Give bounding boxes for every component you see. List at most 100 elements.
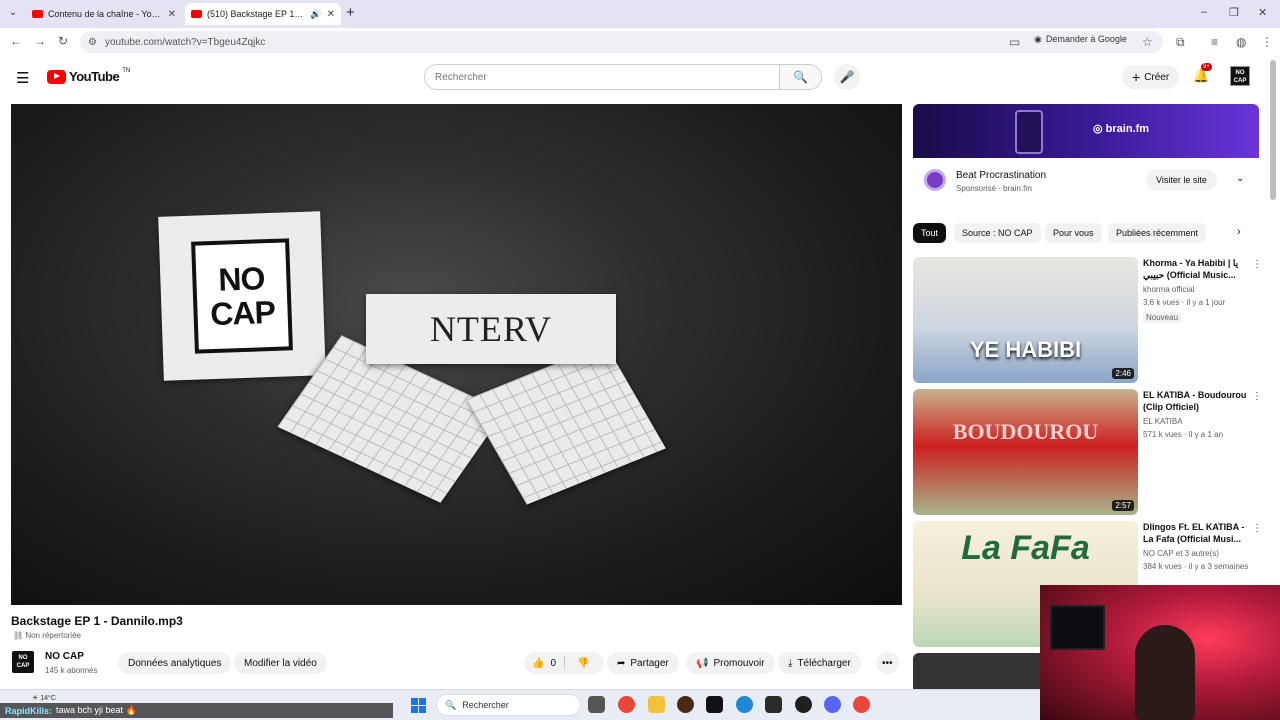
chevron-right-icon[interactable]: ›	[1237, 226, 1241, 238]
tab-close-icon[interactable]: ✕	[168, 9, 176, 20]
extensions-icon[interactable]: ⧉	[1176, 35, 1185, 50]
chip-recent[interactable]: Publiées récemment	[1108, 223, 1207, 243]
new-tab-button[interactable]: +	[346, 5, 355, 21]
bookmark-star-icon[interactable]: ☆	[1142, 35, 1153, 49]
video-thumbnail[interactable]	[913, 653, 1040, 689]
more-options-icon[interactable]: ⋮	[1252, 259, 1262, 270]
ad-channel-icon	[924, 169, 946, 191]
search-input[interactable]	[425, 65, 779, 89]
voice-search-button[interactable]: 🎤	[834, 64, 860, 90]
country-code: TN	[122, 67, 131, 74]
reading-list-icon[interactable]: ≡	[1211, 35, 1218, 49]
chip-all[interactable]: Tout	[913, 223, 947, 243]
download-label: Télécharger	[797, 657, 851, 669]
promote-button[interactable]: 📢 Promouvoir	[686, 652, 775, 674]
tab-search-menu-icon[interactable]: ⌄	[5, 5, 21, 21]
recommended-video[interactable]: BOUDOUROU 2:57 EL KATIBA - Boudourou (Cl…	[913, 389, 1263, 515]
app-icon[interactable]	[795, 696, 812, 713]
search-button[interactable]: 🔍	[779, 65, 821, 89]
edge-icon[interactable]	[736, 696, 753, 713]
file-explorer-icon[interactable]	[648, 696, 665, 713]
channel-avatar[interactable]: NO CAP	[12, 651, 34, 673]
video-thumbnail[interactable]: YE HABIBI 2:46	[913, 257, 1138, 383]
rec-channel[interactable]: EL KATIBA	[1143, 417, 1183, 426]
stream-chat-overlay: RapidKills: tawa bch yji beat 🔥	[0, 703, 393, 718]
rec-channel[interactable]: NO CAP et 3 autre(s)	[1143, 549, 1219, 558]
visit-site-button[interactable]: Visiter le site	[1146, 169, 1217, 191]
weather-widget[interactable]: ☀ 14°C	[32, 694, 56, 702]
create-button[interactable]: + Créer	[1122, 65, 1180, 89]
live-app-icon[interactable]	[706, 696, 723, 713]
address-bar[interactable]: ⚙ youtube.com/watch?v=Tbgeu4Zqjkc	[80, 31, 1163, 53]
browser-tabstrip: ⌄ Contenu de la chaîne - YouTub ✕ (510) …	[0, 0, 1280, 28]
more-options-icon[interactable]: ⋮	[1252, 391, 1262, 402]
rec-title[interactable]: Dlingos Ft. EL KATIBA - La Fafa (Officia…	[1143, 521, 1248, 547]
maximize-icon[interactable]: ❐	[1229, 6, 1239, 19]
youtube-header: ☰ YouTube TN 🔍 🎤 + Créer 🔔9+ NO CAP	[0, 56, 1270, 98]
share-icon: ➦	[617, 657, 626, 669]
ad-banner[interactable]: ◎ brain.fm	[913, 104, 1259, 158]
capcut-icon[interactable]	[765, 696, 782, 713]
chip-source[interactable]: Source : NO CAP	[954, 223, 1041, 243]
ad-title[interactable]: Beat Procrastination	[956, 170, 1046, 181]
more-icon: •••	[882, 657, 893, 669]
reload-icon[interactable]: ↻	[58, 34, 68, 48]
chrome-active-icon[interactable]	[853, 696, 870, 713]
download-button[interactable]: ⤓ Télécharger	[778, 652, 861, 674]
browser-menu-icon[interactable]: ⋮	[1261, 35, 1273, 49]
download-icon: ⤓	[788, 657, 793, 669]
brainfm-logo-icon: ◎	[1093, 123, 1103, 135]
discord-icon[interactable]	[824, 696, 841, 713]
youtube-logo[interactable]: YouTube TN	[47, 67, 131, 84]
speaker-icon[interactable]: 🔊	[310, 9, 321, 20]
profile-icon[interactable]: ◍	[1236, 35, 1246, 49]
rec-title[interactable]: EL KATIBA - Boudourou (Clip Officiel)	[1143, 389, 1248, 415]
task-view-icon[interactable]	[588, 696, 605, 713]
chat-message: tawa bch yji beat 🔥	[56, 705, 137, 715]
filter-chips: Tout Source : NO CAP Pour vous Publiées …	[913, 223, 1253, 245]
more-actions-button[interactable]: •••	[876, 652, 899, 674]
rec-channel[interactable]: khorma official	[1143, 285, 1194, 294]
taskbar-search[interactable]: 🔍 Rechercher	[436, 694, 581, 716]
hamburger-menu-icon[interactable]: ☰	[16, 69, 29, 87]
chevron-down-icon[interactable]: ⌄	[1236, 173, 1244, 184]
cast-icon[interactable]: ▭	[1009, 35, 1020, 49]
ad-brand: ◎ brain.fm	[1093, 122, 1149, 135]
minimize-icon[interactable]: –	[1201, 6, 1207, 18]
site-info-icon[interactable]: ⚙	[88, 37, 97, 48]
tab-title: Contenu de la chaîne - YouTub	[48, 9, 163, 19]
chip-for-you[interactable]: Pour vous	[1045, 223, 1102, 243]
like-button[interactable]: 👍 0	[524, 656, 566, 670]
browser-tab-studio[interactable]: Contenu de la chaîne - YouTub ✕	[26, 3, 182, 25]
video-thumbnail[interactable]: BOUDOUROU 2:57	[913, 389, 1138, 515]
account-avatar[interactable]: NO CAP	[1230, 66, 1250, 86]
close-window-icon[interactable]: ✕	[1258, 6, 1267, 19]
nocap-logo: NO CAP	[191, 238, 293, 354]
page-scrollbar[interactable]	[1270, 60, 1276, 200]
youtube-logo-text: YouTube	[69, 69, 120, 84]
thumbs-down-icon: 👎	[577, 657, 590, 669]
rec-title[interactable]: Khorma - Ya Habibi | يا حبيبي (Official …	[1143, 257, 1248, 283]
ask-google-label: Demander à Google	[1045, 34, 1127, 44]
analytics-button[interactable]: Données analytiques	[118, 652, 232, 674]
forward-icon[interactable]: →	[34, 34, 46, 48]
browser-tab-active[interactable]: (510) Backstage EP 1 - Danr 🔊 ✕	[185, 3, 341, 25]
taskbar-search-label: Rechercher	[462, 700, 509, 710]
edit-video-button[interactable]: Modifier la vidéo	[234, 652, 327, 674]
notifications-bell-icon[interactable]: 🔔 9+	[1193, 63, 1212, 84]
share-button[interactable]: ➦ Partager	[607, 652, 679, 674]
nocap-paper-cutout: NO CAP	[158, 211, 326, 381]
back-icon[interactable]: ←	[10, 34, 22, 48]
obs-icon[interactable]	[677, 696, 694, 713]
recommended-video[interactable]: YE HABIBI 2:46 Khorma - Ya Habibi | يا ح…	[913, 257, 1263, 383]
channel-name[interactable]: NO CAP	[45, 651, 84, 662]
video-player[interactable]: NO CAP NTERV	[11, 104, 902, 605]
thumbnail-caption: YE HABIBI	[969, 337, 1082, 362]
chrome-icon[interactable]	[618, 696, 635, 713]
ask-google-button[interactable]: ◉ Demander à Google	[1030, 31, 1131, 47]
dislike-button[interactable]: 👎	[565, 658, 601, 669]
windows-start-icon[interactable]	[411, 698, 426, 713]
tab-close-icon[interactable]: ✕	[327, 9, 335, 20]
google-lens-icon: ◉	[1034, 33, 1042, 44]
more-options-icon[interactable]: ⋮	[1252, 523, 1262, 534]
